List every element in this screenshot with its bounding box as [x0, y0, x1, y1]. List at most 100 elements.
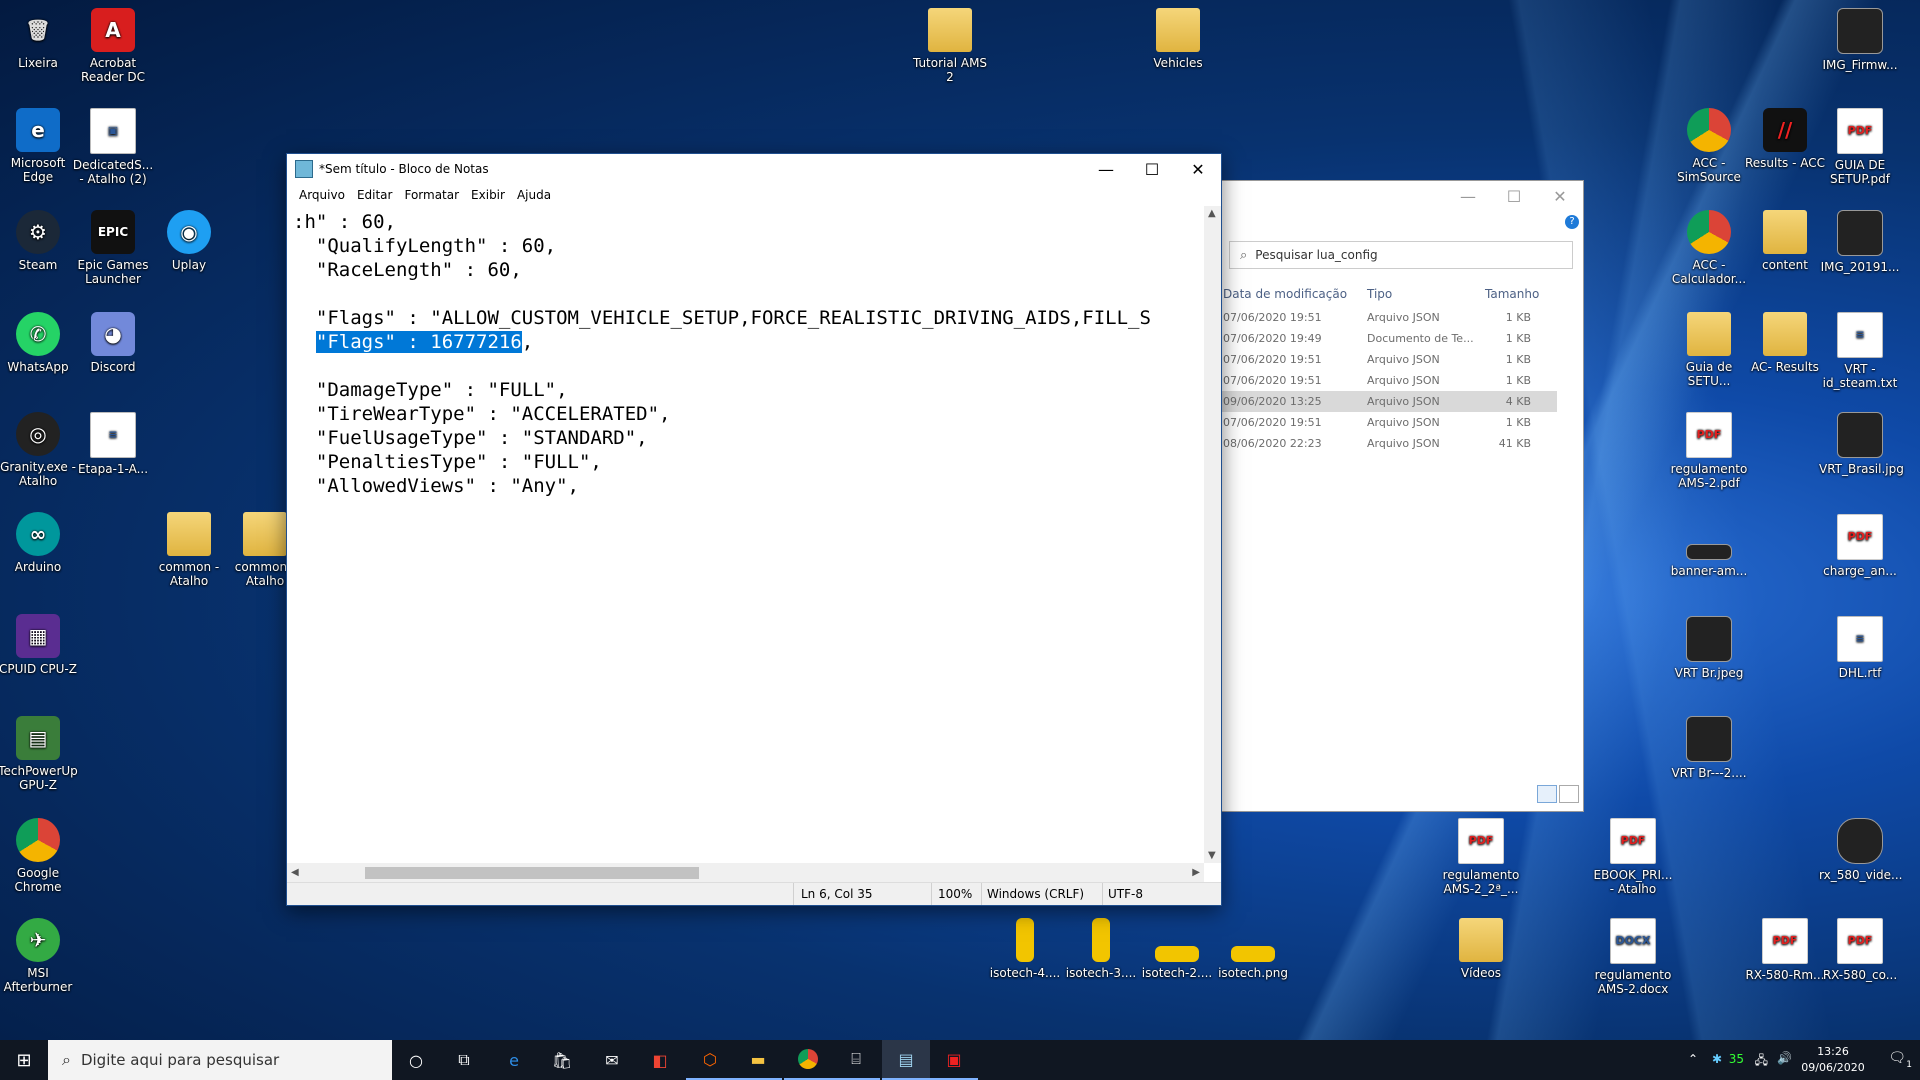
desktop-icon-img-2019[interactable]: IMG_20191...: [1819, 210, 1901, 274]
menu-editar[interactable]: Editar: [351, 188, 399, 202]
explorer-maximize-button[interactable]: ☐: [1491, 181, 1537, 211]
desktop-icon-dhl[interactable]: ≡ DHL.rtf: [1819, 616, 1901, 680]
column-date-header[interactable]: Data de modificação: [1223, 287, 1347, 301]
desktop-icon-uplay[interactable]: ◉ Uplay: [148, 210, 230, 272]
desktop-icon-epic[interactable]: EPIC Epic Games Launcher: [72, 210, 154, 286]
scroll-down-arrow-icon[interactable]: ▼: [1208, 850, 1216, 861]
desktop-icon-guia-setup[interactable]: PDF GUIA DE SETUP.pdf: [1819, 108, 1901, 186]
desktop-icon-common-1[interactable]: common - Atalho: [148, 512, 230, 588]
cortana-button[interactable]: ○: [392, 1040, 440, 1080]
desktop-icon-regulamento-pdf[interactable]: PDF regulamento AMS-2.pdf: [1668, 412, 1750, 490]
menu-ajuda[interactable]: Ajuda: [511, 188, 557, 202]
taskbar-file-explorer[interactable]: ▬: [734, 1040, 782, 1080]
desktop-icon-regulamento-2a[interactable]: PDF regulamento AMS-2_2ª_...: [1440, 818, 1522, 896]
taskbar-store[interactable]: 🛍: [538, 1040, 586, 1080]
notepad-titlebar[interactable]: *Sem título - Bloco de Notas — ☐ ✕: [287, 154, 1221, 184]
desktop-icon-discord[interactable]: ◕ Discord: [72, 312, 154, 374]
desktop-icon-img-firmw[interactable]: IMG_Firmw...: [1819, 8, 1901, 72]
desktop-icon-edge[interactable]: e Microsoft Edge: [0, 108, 79, 184]
desktop-icon-isotech-4[interactable]: isotech-4....: [984, 918, 1066, 980]
scroll-up-arrow-icon[interactable]: ▲: [1208, 208, 1216, 219]
tray-temperature[interactable]: 35: [1729, 1052, 1744, 1066]
desktop-icon-acc-simsource[interactable]: ACC - SimSource: [1668, 108, 1750, 184]
help-icon[interactable]: ?: [1565, 215, 1579, 229]
file-row[interactable]: 07/06/2020 19:51 Arquivo JSON 1 KB: [1221, 370, 1557, 391]
tray-chevron-up-icon[interactable]: ⌃: [1688, 1052, 1698, 1066]
menu-formatar[interactable]: Formatar: [398, 188, 465, 202]
tray-app-icon[interactable]: ✱: [1712, 1052, 1722, 1066]
taskbar-edge[interactable]: e: [490, 1040, 538, 1080]
desktop-icon-acc-calculador[interactable]: ACC - Calculador...: [1668, 210, 1750, 286]
desktop-icon-gpuz[interactable]: ▤ TechPowerUp GPU-Z: [0, 716, 79, 792]
scroll-left-arrow-icon[interactable]: ◀: [291, 867, 299, 878]
taskbar-chrome[interactable]: [784, 1040, 832, 1080]
horizontal-scroll-thumb[interactable]: [365, 867, 699, 879]
details-view-button[interactable]: [1537, 785, 1557, 803]
taskbar-notepad[interactable]: ▤: [882, 1040, 930, 1080]
menu-arquivo[interactable]: Arquivo: [293, 188, 351, 202]
desktop-icon-rx580-co[interactable]: PDF RX-580_co...: [1819, 918, 1901, 982]
desktop-icon-whatsapp[interactable]: ✆ WhatsApp: [0, 312, 79, 374]
desktop-icon-rx580-rm[interactable]: PDF RX-580-Rm...: [1744, 918, 1826, 982]
desktop-icon-isotech[interactable]: isotech.png: [1212, 918, 1294, 980]
taskbar-app-orange[interactable]: ⬡: [686, 1040, 734, 1080]
desktop-icon-tutorial-ams2[interactable]: Tutorial AMS 2: [909, 8, 991, 84]
desktop-icon-videos[interactable]: Vídeos: [1440, 918, 1522, 980]
taskbar-search-box[interactable]: ⌕ Digite aqui para pesquisar: [48, 1040, 392, 1080]
column-size-header[interactable]: Tamanho: [1485, 287, 1539, 301]
desktop-icon-vrt-br-jpeg[interactable]: VRT Br.jpeg: [1668, 616, 1750, 680]
desktop-icon-banner[interactable]: banner-am...: [1668, 514, 1750, 578]
file-row-selected[interactable]: 09/06/2020 13:25 Arquivo JSON 4 KB: [1221, 391, 1557, 412]
file-row[interactable]: 08/06/2020 22:23 Arquivo JSON 41 KB: [1221, 433, 1557, 454]
desktop-icon-etapa[interactable]: ≡ Etapa-1-A...: [72, 412, 154, 476]
scroll-right-arrow-icon[interactable]: ▶: [1192, 867, 1200, 878]
taskbar-mail[interactable]: ✉: [588, 1040, 636, 1080]
desktop-icon-vrt-brasil[interactable]: VRT_Brasil.jpg: [1819, 412, 1904, 476]
notepad-text-area[interactable]: :h" : 60, "QualifyLength" : 60, "RaceLen…: [287, 206, 1204, 863]
maximize-button[interactable]: ☐: [1129, 154, 1175, 184]
file-row[interactable]: 07/06/2020 19:49 Documento de Te... 1 KB: [1221, 328, 1557, 349]
desktop-icon-vrt-br-2[interactable]: VRT Br---2....: [1668, 716, 1750, 780]
desktop-icon-regulamento-docx[interactable]: DOCX regulamento AMS-2.docx: [1592, 918, 1674, 996]
desktop-icon-isotech-3[interactable]: isotech-3....: [1060, 918, 1142, 980]
desktop-icon-cpuz[interactable]: ▦ CPUID CPU-Z: [0, 614, 79, 676]
desktop-icon-content[interactable]: content: [1744, 210, 1826, 272]
desktop-icon-rx580-video[interactable]: rx_580_vide...: [1819, 818, 1903, 882]
desktop-icon-recycle-bin[interactable]: 🗑 Lixeira: [0, 8, 79, 70]
file-row[interactable]: 07/06/2020 19:51 Arquivo JSON 1 KB: [1221, 307, 1557, 328]
vertical-scrollbar[interactable]: ▲ ▼: [1204, 206, 1221, 863]
menu-exibir[interactable]: Exibir: [465, 188, 511, 202]
desktop-icon-granity[interactable]: ◎ Granity.exe - Atalho: [0, 412, 79, 488]
desktop-icon-vehicles[interactable]: Vehicles: [1137, 8, 1219, 70]
desktop-icon-ac-results[interactable]: AC- Results: [1744, 312, 1826, 374]
task-view-button[interactable]: ⧉: [440, 1040, 488, 1080]
file-row[interactable]: 07/06/2020 19:51 Arquivo JSON 1 KB: [1221, 349, 1557, 370]
file-row[interactable]: 07/06/2020 19:51 Arquivo JSON 1 KB: [1221, 412, 1557, 433]
desktop-icon-results-acc[interactable]: //Results - ACC: [1744, 108, 1826, 170]
desktop-icon-steam[interactable]: ⚙ Steam: [0, 210, 79, 272]
desktop-icon-acrobat[interactable]: A Acrobat Reader DC: [72, 8, 154, 84]
taskbar-office[interactable]: ◧: [636, 1040, 684, 1080]
large-icons-view-button[interactable]: [1559, 785, 1579, 803]
file-explorer-window[interactable]: — ☐ ✕ ? ⌕ Pesquisar lua_config Data de m…: [1220, 180, 1584, 812]
start-button[interactable]: ⊞: [0, 1040, 48, 1080]
explorer-minimize-button[interactable]: —: [1445, 181, 1491, 211]
network-icon[interactable]: 🖧: [1755, 1051, 1768, 1072]
desktop-icon-dedicated[interactable]: ▣ DedicatedS... - Atalho (2): [72, 108, 154, 186]
desktop-icon-afterburner[interactable]: ✈ MSI Afterburner: [0, 918, 79, 994]
close-button[interactable]: ✕: [1175, 154, 1221, 184]
taskbar-clock[interactable]: 13:26 09/06/2020: [1798, 1044, 1868, 1076]
action-center-button[interactable]: 🗨 1: [1888, 1050, 1912, 1070]
desktop-icon-isotech-2[interactable]: isotech-2....: [1136, 918, 1218, 980]
column-type-header[interactable]: Tipo: [1367, 287, 1392, 301]
desktop-icon-vrt-idsteam[interactable]: ≡ VRT - id_steam.txt: [1819, 312, 1901, 390]
desktop-icon-charge[interactable]: PDF charge_an...: [1819, 514, 1901, 578]
taskbar-app-red[interactable]: ▣: [930, 1040, 978, 1080]
explorer-search-box[interactable]: ⌕ Pesquisar lua_config: [1229, 241, 1573, 269]
desktop-icon-guia-setu[interactable]: Guia de SETU...: [1668, 312, 1750, 388]
horizontal-scrollbar[interactable]: ◀ ▶: [287, 863, 1204, 883]
desktop-icon-arduino[interactable]: ∞ Arduino: [0, 512, 79, 574]
notepad-window[interactable]: *Sem título - Bloco de Notas — ☐ ✕ Arqui…: [286, 153, 1222, 906]
volume-icon[interactable]: 🔊: [1777, 1051, 1792, 1065]
explorer-close-button[interactable]: ✕: [1537, 181, 1583, 211]
